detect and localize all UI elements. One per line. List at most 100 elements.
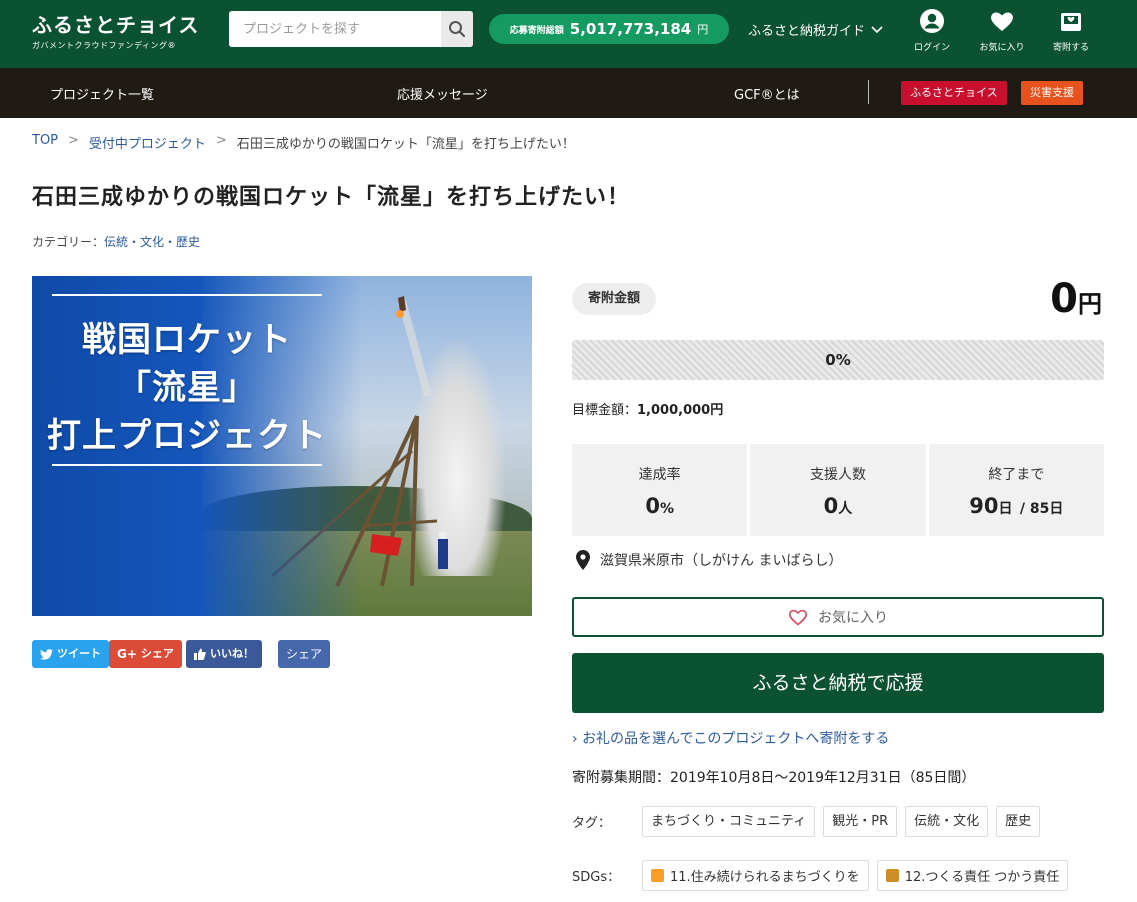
furusato-choice-tag[interactable]: ふるさとチョイス — [901, 81, 1007, 105]
nav-support-messages[interactable]: 応援メッセージ — [397, 84, 488, 103]
search-box — [229, 11, 473, 47]
total-donations-label: 応募寄附総額 — [509, 25, 564, 36]
tax-guide-label: ふるさと納税ガイド — [748, 24, 866, 39]
gift-selection-link[interactable]: › お礼の品を選んでこのプロジェクトへ寄附をする — [572, 728, 889, 748]
tweet-button[interactable]: ツイート — [32, 640, 109, 668]
chevron-down-icon — [871, 25, 883, 33]
tweet-label: ツイート — [57, 647, 101, 660]
donation-amount: 0円 — [1050, 276, 1102, 322]
chevron-right-icon: › — [572, 731, 578, 747]
breadcrumb-current: 石田三成ゆかりの戦国ロケット「流星」を打ち上げたい！ — [236, 137, 575, 152]
sdgs-list: SDGs： 11.住み続けられるまちづくりを 12.つくる責任 つかう責任 — [572, 860, 1076, 891]
search-icon — [449, 21, 466, 38]
sdg-chip[interactable]: 12.つくる責任 つかう責任 — [876, 860, 1069, 891]
donate-header-button[interactable]: 寄附する — [1043, 8, 1099, 53]
breadcrumb-separator: > — [68, 133, 79, 148]
add-favorite-button[interactable]: お気に入り — [572, 597, 1104, 637]
tag-list: タグ： まちづくり・コミュニティ 観光・PR 伝統・文化 歴史 — [572, 806, 1048, 837]
category-link[interactable]: 伝統・文化・歴史 — [104, 235, 200, 249]
achievement-rate-unit: % — [659, 501, 674, 517]
disaster-support-tag[interactable]: 災害支援 — [1021, 81, 1083, 105]
logo-main-text: ふるさとチョイス — [32, 13, 200, 37]
gplus-share-label: シェア — [140, 647, 174, 660]
donation-amount-unit: 円 — [1078, 290, 1102, 318]
sdg-goal-icon — [885, 869, 899, 882]
remaining-days-unit: 日 — [998, 501, 1013, 517]
sdg-chip-label: 12.つくる責任 つかう責任 — [904, 870, 1060, 885]
breadcrumb-separator: > — [215, 133, 227, 148]
heart-outline-icon — [788, 609, 808, 626]
login-button[interactable]: ログイン — [904, 8, 960, 53]
donation-box-icon — [1061, 13, 1081, 31]
breadcrumb: TOP > 受付中プロジェクト > 石田三成ゆかりの戦国ロケット「流星」を打ち上… — [32, 133, 575, 152]
heart-icon — [991, 12, 1013, 31]
top-header: ふるさとチョイス ガバメントクラウドファンディング® 応募寄附総額 5,017,… — [0, 0, 1137, 68]
logo-sub-text: ガバメントクラウドファンディング® — [32, 41, 176, 50]
sdgs-label: SDGs： — [572, 870, 621, 885]
tag-chip[interactable]: まちづくり・コミュニティ — [642, 806, 816, 837]
nav-divider — [868, 80, 869, 104]
google-plus-icon: G+ — [117, 647, 137, 661]
tag-chip[interactable]: 歴史 — [996, 806, 1041, 837]
facebook-share-button[interactable]: シェア — [278, 640, 331, 668]
goal-amount: 目標金額：1,000,000円 — [572, 399, 723, 418]
achievement-rate-label: 達成率 — [638, 467, 681, 483]
sdg-chip-label: 11.住み続けられるまちづくりを — [670, 870, 860, 885]
hero-title-line2: 「流星」 — [117, 368, 257, 408]
twitter-icon — [40, 648, 53, 660]
gift-selection-label: お礼の品を選んでこのプロジェクトへ寄附をする — [582, 731, 890, 747]
supporters-label: 支援人数 — [809, 467, 866, 483]
user-icon — [920, 9, 944, 33]
location: 滋賀県米原市（しがけん まいばらし） — [576, 550, 842, 570]
tags-label: タグ： — [572, 816, 612, 831]
add-favorite-label: お気に入り — [818, 610, 888, 626]
site-logo[interactable]: ふるさとチョイス ガバメントクラウドファンディング® — [32, 9, 199, 51]
supporters-unit: 人 — [838, 501, 853, 517]
breadcrumb-accepting-projects[interactable]: 受付中プロジェクト — [89, 133, 206, 152]
sdg-goal-icon — [651, 869, 664, 882]
breadcrumb-top[interactable]: TOP — [32, 133, 58, 152]
sdg-chip[interactable]: 11.住み続けられるまちづくりを — [642, 860, 869, 891]
nav-about-gcf[interactable]: GCF®とは — [734, 84, 800, 103]
goal-label: 目標金額： — [572, 403, 638, 418]
favorites-label: お気に入り — [979, 43, 1025, 53]
map-pin-icon — [576, 550, 590, 570]
donation-amount-badge: 寄附金額 — [572, 283, 657, 315]
main-nav: プロジェクト一覧 応援メッセージ GCF®とは ふるさとチョイス 災害支援 — [0, 68, 1137, 118]
search-button[interactable] — [441, 11, 473, 47]
project-hero-image: 戦国ロケット 「流星」 打上プロジェクト — [32, 276, 532, 616]
search-input[interactable] — [229, 11, 441, 47]
hero-title-line1: 戦国ロケット — [82, 320, 292, 360]
tag-chip[interactable]: 伝統・文化 — [905, 806, 989, 837]
donate-label: 寄附する — [1052, 43, 1089, 53]
remaining-days-value: 90 — [969, 494, 999, 518]
progress-label: 0% — [825, 351, 851, 369]
nav-project-list[interactable]: プロジェクト一覧 — [50, 84, 154, 103]
category-line: カテゴリー：伝統・文化・歴史 — [32, 233, 200, 250]
login-label: ログイン — [913, 43, 950, 53]
donation-amount-value: 0 — [1050, 276, 1078, 322]
total-donations-pill: 応募寄附総額 5,017,773,184 円 — [489, 14, 729, 44]
supporters-stat: 支援人数 0人 — [750, 444, 926, 536]
like-label: いいね！ — [210, 647, 254, 660]
goal-value: 1,000,000円 — [637, 403, 724, 418]
tag-chip[interactable]: 観光・PR — [823, 806, 898, 837]
page-title: 石田三成ゆかりの戦国ロケット「流星」を打ち上げたい！ — [32, 185, 631, 210]
facebook-like-button[interactable]: いいね！ — [186, 640, 262, 668]
thumbs-up-icon — [194, 648, 206, 660]
remaining-days-stat: 終了まで 90日 / 85日 — [928, 444, 1104, 536]
achievement-rate-stat: 達成率 0% — [572, 444, 748, 536]
funding-stats: 達成率 0% 支援人数 0人 終了まで 90日 / 85日 — [572, 444, 1104, 536]
gplus-share-button[interactable]: G+ シェア — [109, 640, 182, 668]
total-donations-value: 5,017,773,184 — [569, 20, 692, 38]
tax-guide-menu[interactable]: ふるさと納税ガイド — [748, 20, 883, 39]
furusato-tax-support-button[interactable]: ふるさと納税で応援 — [572, 653, 1104, 713]
achievement-rate-value: 0 — [645, 494, 660, 518]
remaining-days-label: 終了まで — [988, 467, 1045, 483]
remaining-days-total: / 85日 — [1019, 501, 1064, 517]
category-label: カテゴリー： — [32, 235, 105, 249]
favorites-header-button[interactable]: お気に入り — [974, 8, 1030, 53]
progress-bar: 0% — [572, 340, 1104, 380]
total-donations-unit: 円 — [697, 23, 709, 36]
hero-bottom-rule — [52, 464, 322, 466]
